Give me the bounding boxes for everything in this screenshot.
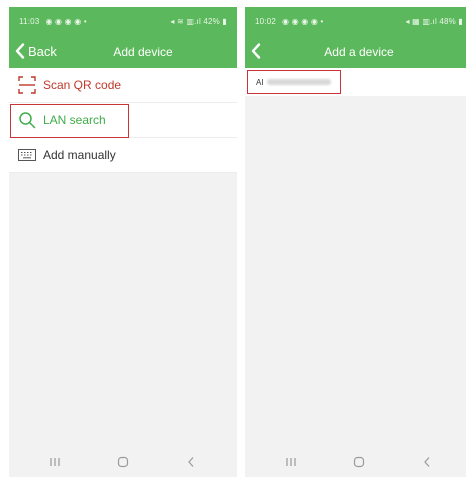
- back-button[interactable]: Back: [15, 41, 57, 61]
- system-nav-bar: [9, 447, 237, 477]
- recent-apps-button[interactable]: [44, 453, 66, 471]
- menu-item-label: Add manually: [43, 148, 116, 162]
- title-row: Add a device: [245, 35, 466, 68]
- scan-qr-icon: [16, 75, 38, 95]
- search-icon: [16, 110, 38, 130]
- status-time: 11:03: [19, 16, 40, 26]
- status-battery-signal: ◂ ▦ ▥.ıl 48% ▮: [405, 16, 463, 26]
- status-notification-icons: ◉ ◉ ◉ ◉ •: [45, 16, 87, 26]
- device-name-prefix: AI: [256, 77, 264, 87]
- device-list-item[interactable]: AI: [247, 70, 341, 94]
- home-button[interactable]: [112, 453, 134, 471]
- keyboard-icon: [16, 145, 38, 165]
- title-row: Back Add device: [9, 35, 237, 68]
- chevron-left-icon: [251, 43, 261, 59]
- phone-screen-add-device: 11:03 ◉ ◉ ◉ ◉ • ◂ ≋ ▥.ıl 42% ▮ Back Add …: [9, 7, 237, 477]
- system-back-button[interactable]: [416, 453, 438, 471]
- phone-screen-add-a-device: 10:02 ◉ ◉ ◉ ◉ • ◂ ▦ ▥.ıl 48% ▮ Add a dev…: [245, 7, 466, 477]
- status-battery-signal: ◂ ≋ ▥.ıl 42% ▮: [170, 16, 227, 26]
- back-button[interactable]: [251, 41, 261, 61]
- home-button[interactable]: [348, 453, 370, 471]
- menu-item-label: LAN search: [43, 113, 106, 127]
- app-header: 11:03 ◉ ◉ ◉ ◉ • ◂ ≋ ▥.ıl 42% ▮ Back Add …: [9, 7, 237, 68]
- blurred-device-id: [266, 79, 331, 85]
- home-icon: [117, 456, 129, 468]
- discovered-device-list: AI: [245, 68, 466, 96]
- system-back-button[interactable]: [180, 453, 202, 471]
- page-title: Add a device: [324, 44, 394, 59]
- status-bar: 11:03 ◉ ◉ ◉ ◉ • ◂ ≋ ▥.ıl 42% ▮: [9, 7, 237, 35]
- recent-apps-icon: [286, 458, 296, 466]
- menu-item-label: Scan QR code: [43, 78, 122, 92]
- status-notification-icons: ◉ ◉ ◉ ◉ •: [282, 16, 324, 26]
- home-icon: [353, 456, 365, 468]
- system-nav-bar: [245, 447, 466, 477]
- chevron-left-icon: [15, 43, 25, 59]
- menu-item-lan-search[interactable]: LAN search: [9, 103, 237, 138]
- app-header: 10:02 ◉ ◉ ◉ ◉ • ◂ ▦ ▥.ıl 48% ▮ Add a dev…: [245, 7, 466, 68]
- menu-item-scan-qr[interactable]: Scan QR code: [9, 68, 237, 103]
- back-label: Back: [28, 43, 57, 59]
- menu-item-add-manually[interactable]: Add manually: [9, 138, 237, 173]
- back-arrow-icon: [188, 457, 194, 467]
- recent-apps-button[interactable]: [280, 453, 302, 471]
- status-time: 10:02: [255, 16, 277, 26]
- status-bar: 10:02 ◉ ◉ ◉ ◉ • ◂ ▦ ▥.ıl 48% ▮: [245, 7, 466, 35]
- back-arrow-icon: [424, 457, 430, 467]
- recent-apps-icon: [50, 458, 60, 466]
- add-method-menu: Scan QR code LAN search Add manually: [9, 68, 237, 173]
